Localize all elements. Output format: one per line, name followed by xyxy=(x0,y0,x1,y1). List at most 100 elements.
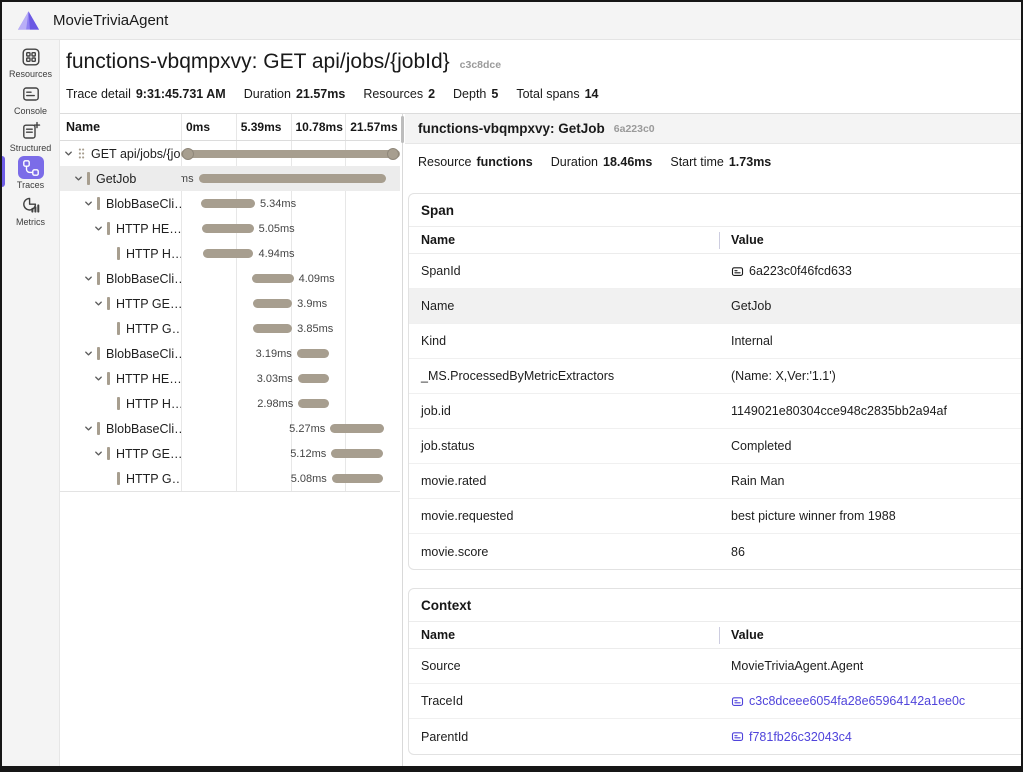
span-timeline-cell: 3.9ms xyxy=(181,291,400,316)
property-value-text: Rain Man xyxy=(731,474,785,488)
sidebar-item-traces[interactable]: Traces xyxy=(2,156,59,193)
property-row: TraceIdc3c8dceee6054fa28e65964142a1ee0c xyxy=(409,684,1021,719)
span-duration-label: 5.27ms xyxy=(289,423,325,435)
span-meta-item-value: 1.73ms xyxy=(729,155,771,169)
trace-span-row[interactable]: HTTP G…3.85ms xyxy=(60,316,400,341)
chevron-down-icon[interactable] xyxy=(83,348,94,359)
span-duration-bar[interactable] xyxy=(253,299,293,308)
trace-span-row[interactable]: HTTP H…2.98ms xyxy=(60,391,400,416)
span-duration-bar[interactable] xyxy=(203,249,253,258)
trace-span-row[interactable]: HTTP HE…5.05ms xyxy=(60,216,400,241)
resource-color-marker xyxy=(97,272,100,285)
span-duration-bar[interactable] xyxy=(202,224,253,233)
property-value-text: 86 xyxy=(731,545,745,559)
property-name: ParentId xyxy=(409,730,719,744)
property-value: 6a223c0f46fcd633 xyxy=(719,264,1021,278)
chevron-down-icon[interactable] xyxy=(63,148,74,159)
span-duration-bar[interactable] xyxy=(297,349,329,358)
chevron-down-icon[interactable] xyxy=(83,198,94,209)
trace-span-row[interactable]: BlobBaseCli…4.09ms xyxy=(60,266,400,291)
trace-meta-item: Depth5 xyxy=(453,87,498,101)
property-value: Internal xyxy=(719,334,1021,348)
column-divider[interactable] xyxy=(719,627,720,644)
panel-splitter[interactable] xyxy=(400,114,405,766)
span-duration-bar[interactable] xyxy=(332,474,384,483)
chevron-down-icon[interactable] xyxy=(93,298,104,309)
trace-meta-item: Total spans 14 xyxy=(516,87,598,101)
span-duration-bar[interactable] xyxy=(201,199,255,208)
span-duration-bar[interactable] xyxy=(330,424,384,433)
sidebar-item-metrics[interactable]: Metrics xyxy=(2,193,59,230)
column-divider[interactable] xyxy=(719,232,720,249)
span-timeline-cell: 3.03ms xyxy=(181,366,400,391)
property-row: movie.ratedRain Man xyxy=(409,464,1021,499)
span-meta-item: Start time1.73ms xyxy=(670,155,771,169)
property-value-text: GetJob xyxy=(731,299,771,313)
resource-color-marker xyxy=(117,397,120,410)
resource-color-marker xyxy=(117,247,120,260)
trace-meta-item-label: Duration xyxy=(244,87,291,101)
chevron-down-icon[interactable] xyxy=(93,223,104,234)
resource-color-marker xyxy=(87,172,90,185)
span-name-cell: GET api/jobs/{jobId} xyxy=(60,141,181,166)
resource-color-marker xyxy=(97,422,100,435)
trace-span-row[interactable]: HTTP H…4.94ms xyxy=(60,241,400,266)
property-value-text: (Name: X,Ver:'1.1') xyxy=(731,369,836,383)
span-duration-bar[interactable] xyxy=(298,399,328,408)
trace-span-row[interactable]: BlobBaseCli…3.19ms xyxy=(60,341,400,366)
span-name: HTTP H… xyxy=(126,247,181,261)
time-axis-label: 5.39ms xyxy=(241,120,282,134)
property-value-link[interactable]: f781fb26c32043c4 xyxy=(719,730,1021,744)
span-duration-bar[interactable] xyxy=(199,174,386,183)
span-name-cell: GetJob xyxy=(60,166,181,191)
trace-meta-item-value: 14 xyxy=(585,87,599,101)
trace-meta-item-value: 9:31:45.731 AM xyxy=(136,87,226,101)
resource-color-marker xyxy=(97,197,100,210)
span-name: HTTP HE… xyxy=(116,222,181,236)
property-value-link[interactable]: c3c8dceee6054fa28e65964142a1ee0c xyxy=(719,694,1021,708)
sidebar-item-console[interactable]: Console xyxy=(2,82,59,119)
trace-meta-item-label: Total spans xyxy=(516,87,579,101)
trace-span-row[interactable]: GET api/jobs/{jobId} xyxy=(60,141,400,166)
chevron-down-icon[interactable] xyxy=(73,173,84,184)
trace-span-row[interactable]: HTTP HE…3.03ms xyxy=(60,366,400,391)
span-duration-bar[interactable] xyxy=(298,374,329,383)
chevron-down-icon[interactable] xyxy=(83,273,94,284)
resource-color-marker xyxy=(107,297,110,310)
property-row: job.statusCompleted xyxy=(409,429,1021,464)
span-timeline-cell: 5.08ms xyxy=(181,466,400,491)
sidebar-item-structured[interactable]: Structured xyxy=(2,119,59,156)
span-duration-bar[interactable] xyxy=(331,449,383,458)
span-duration-bar[interactable] xyxy=(253,324,292,333)
trace-span-row[interactable]: HTTP GE…3.9ms xyxy=(60,291,400,316)
property-name: SpanId xyxy=(409,264,719,278)
span-duration-label: 2.98ms xyxy=(257,398,293,410)
trace-span-row[interactable]: HTTP G…5.08ms xyxy=(60,466,400,491)
chevron-down-icon[interactable] xyxy=(83,423,94,434)
chevron-down-icon[interactable] xyxy=(93,373,104,384)
sidebar-item-resources[interactable]: Resources xyxy=(2,45,59,82)
chevron-down-icon[interactable] xyxy=(93,448,104,459)
span-name-cell: HTTP HE… xyxy=(60,216,181,241)
span-start-dot xyxy=(182,148,194,160)
span-name-cell: HTTP GE… xyxy=(60,291,181,316)
trace-span-row[interactable]: GetJob1.73ms xyxy=(60,166,400,191)
span-duration-label: 5.34ms xyxy=(260,198,296,210)
trace-meta-item-label: Resources xyxy=(363,87,423,101)
page-title: functions-vbqmpxvy: GET api/jobs/{jobId} xyxy=(66,49,450,75)
span-name-cell: HTTP G… xyxy=(60,466,181,491)
property-row: movie.requestedbest picture winner from … xyxy=(409,499,1021,534)
scrollbar-thumb[interactable] xyxy=(401,116,404,143)
value-column-header: Value xyxy=(719,628,1021,642)
span-duration-label: 1.73ms xyxy=(181,173,194,185)
span-name: HTTP G… xyxy=(126,472,181,486)
trace-span-row[interactable]: BlobBaseCli…5.27ms xyxy=(60,416,400,441)
span-duration-bar[interactable] xyxy=(252,274,294,283)
trace-span-row[interactable]: BlobBaseCli…5.34ms xyxy=(60,191,400,216)
property-value: Rain Man xyxy=(719,474,1021,488)
span-duration-bar[interactable] xyxy=(181,150,400,158)
trace-span-row[interactable]: HTTP GE…5.12ms xyxy=(60,441,400,466)
span-name-cell: HTTP G… xyxy=(60,316,181,341)
waterfall-header: Name 0ms5.39ms10.78ms21.57ms xyxy=(60,114,400,141)
properties-column-header: NameValue xyxy=(409,227,1021,254)
